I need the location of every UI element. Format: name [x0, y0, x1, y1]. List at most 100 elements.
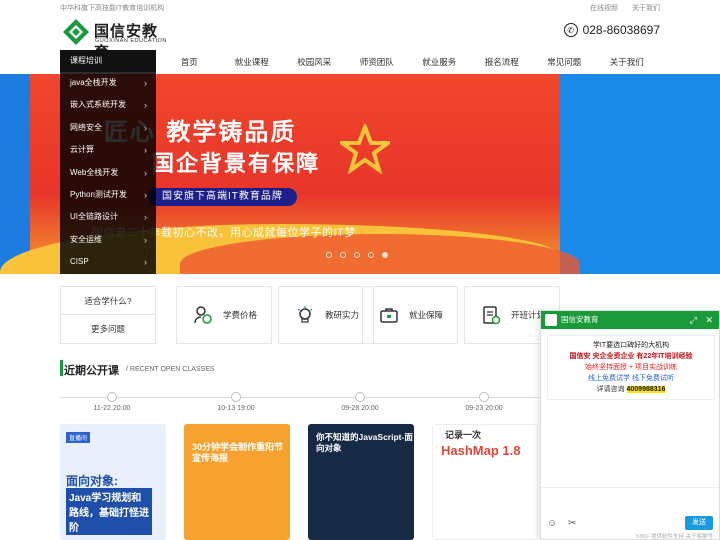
feature-employment[interactable]: 就业保障: [362, 286, 458, 344]
timeline-point: 11-22 20:00: [62, 392, 162, 412]
timeline-point: 10-13 19:00: [186, 392, 286, 412]
timeline-point: 09-28 20:00: [310, 392, 410, 412]
chat-message: 学IT要选口碑好的大机构 国信安 央企全资企业 有22年IT培训经验 始终坚持面…: [547, 335, 715, 400]
hotline: ✆ 028-86038697: [563, 23, 660, 37]
nav-courses[interactable]: 就业课程: [221, 50, 284, 74]
class-card-poster[interactable]: 30分钟学会制作重阳节宣传海报: [184, 424, 290, 540]
expand-icon[interactable]: ⤢: [690, 311, 697, 329]
chat-widget: 国信安教育 ⤢ ✕ 学IT要选口碑好的大机构 国信安 央企全资企业 有22年IT…: [540, 310, 720, 540]
feature-tuition[interactable]: 学费价格: [176, 286, 272, 344]
about-us-link[interactable]: 关于我们: [632, 5, 660, 12]
chat-composer[interactable]: ☺ ✂ 发送 53KF 提供软件支持 关于客服号: [541, 487, 719, 540]
menu-item-ui[interactable]: UI全链路设计 ›: [60, 206, 156, 228]
banner-right-edge: [560, 74, 720, 274]
scissors-icon[interactable]: ✂: [568, 518, 576, 529]
banner-tagline: 国安旗下高端IT教育品牌: [148, 188, 297, 206]
nav-campus[interactable]: 校园风采: [283, 50, 346, 74]
briefcase-icon: [380, 308, 398, 323]
nav-employment[interactable]: 就业服务: [408, 50, 471, 74]
logo-subtext: GUOXINAN EDUCATION: [95, 38, 167, 44]
menu-item-web[interactable]: Web全栈开发 ›: [60, 162, 156, 184]
menu-item-netsec[interactable]: 网络安全 ›: [60, 117, 156, 139]
nav-faq[interactable]: 常见问题: [533, 50, 596, 74]
menu-item-java[interactable]: java全栈开发 ›: [60, 72, 156, 94]
carousel-dot-5[interactable]: [382, 252, 388, 258]
user-price-icon: [194, 306, 212, 324]
banner-headline-2: 国企背景有保障: [152, 151, 321, 177]
menu-item-label: 嵌入式系统开发: [70, 100, 126, 110]
menu-item-label: 云计算: [70, 145, 94, 155]
site-logo[interactable]: 国信安教育 GUOXINAN EDUCATION: [62, 18, 172, 61]
card-title: 30分钟学会制作重阳节宣传海报: [192, 442, 284, 463]
section-accent: [60, 360, 63, 376]
clock-icon: [355, 392, 365, 402]
carousel-dot-2[interactable]: [340, 252, 346, 258]
class-card-hashmap[interactable]: 记录一次 HashMap 1.8: [432, 424, 538, 540]
timeline-date: 09-28 20:00: [341, 405, 379, 412]
course-menu-title[interactable]: 课程培训: [60, 50, 156, 72]
card-title: 面向对象:: [66, 474, 118, 488]
carousel-dot-1[interactable]: [326, 252, 332, 258]
hotline-number: 028-86038697: [582, 23, 660, 37]
banner-left-edge: [0, 74, 30, 274]
online-video-link[interactable]: 在线视频: [590, 5, 618, 12]
timeline-date: 11-22 20:00: [93, 405, 131, 412]
nav-about[interactable]: 关于我们: [596, 50, 659, 74]
card-subtitle: Java学习规划和路线，基础打怪进阶: [66, 488, 152, 535]
close-icon[interactable]: ✕: [705, 311, 713, 329]
carousel-dot-3[interactable]: [354, 252, 360, 258]
menu-item-secops[interactable]: 安全运维 ›: [60, 229, 156, 251]
class-card-java[interactable]: 直播间 面向对象: Java学习规划和路线，基础打怪进阶: [60, 424, 166, 540]
what-to-learn-link[interactable]: 适合学什么?: [61, 287, 155, 315]
class-timeline: 11-22 20:00 10-13 19:00 09-28 20:00 09-2…: [60, 392, 540, 416]
chat-line: 详请咨询 4009988316: [552, 384, 710, 395]
clock-icon: [479, 392, 489, 402]
more-questions-link[interactable]: 更多问题: [61, 315, 155, 343]
feature-research[interactable]: 教研实力: [278, 286, 374, 344]
nav-home[interactable]: 首页: [158, 50, 221, 74]
chevron-right-icon: ›: [144, 257, 147, 268]
card-tag: 直播间: [66, 432, 91, 443]
carousel-dot-4[interactable]: [368, 252, 374, 258]
chat-footer: 53KF 提供软件支持 关于客服号: [636, 534, 713, 540]
star-icon: [340, 124, 390, 174]
chat-hotline[interactable]: 4009988316: [626, 386, 666, 393]
feature-label: 就业保障: [409, 310, 444, 320]
chevron-right-icon: ›: [144, 212, 147, 223]
menu-item-cloud[interactable]: 云计算 ›: [60, 139, 156, 161]
chat-line: 始终坚持面授 + 项目实战训练: [585, 364, 677, 371]
menu-item-label: Python测试开发: [70, 189, 127, 199]
nav-teachers[interactable]: 师资团队: [346, 50, 409, 74]
menu-item-label: java全栈开发: [70, 78, 117, 87]
card-title: 记录一次: [445, 430, 482, 440]
chat-line: 国信安 央企全资企业 有22年IT培训经验: [569, 353, 693, 360]
nav-enroll[interactable]: 报名流程: [471, 50, 534, 74]
card-subtitle: HashMap 1.8: [441, 443, 521, 458]
top-bar: 中华科旗下高技能IT教育培训机构 在线视频 关于我们: [0, 0, 720, 14]
menu-item-label: Web全栈开发: [70, 167, 119, 177]
class-card-javascript[interactable]: 你不知道的JavaScript-面向对象: [308, 424, 414, 540]
carousel-dots: [326, 252, 388, 258]
chat-header: 国信安教育 ⤢ ✕: [541, 311, 719, 329]
emoji-icon[interactable]: ☺: [547, 518, 557, 529]
menu-item-cisp[interactable]: CISP ›: [60, 251, 156, 273]
feature-label: 学费价格: [223, 310, 258, 320]
chat-consult-label: 详请咨询: [596, 386, 625, 393]
chevron-right-icon: ›: [144, 122, 147, 133]
menu-item-embedded[interactable]: 嵌入式系统开发 ›: [60, 94, 156, 116]
chevron-right-icon: ›: [144, 189, 147, 200]
menu-item-label: UI全链路设计: [70, 212, 118, 222]
phone-icon: ✆: [563, 23, 578, 37]
section-title: 近期公开课: [64, 365, 119, 377]
chevron-right-icon: ›: [144, 167, 147, 178]
chevron-right-icon: ›: [144, 100, 147, 111]
chat-tools: ☺ ✂: [547, 518, 576, 529]
chat-title: 国信安教育: [561, 315, 599, 324]
chevron-right-icon: ›: [144, 234, 147, 245]
timeline-date: 09-23 20:00: [465, 405, 503, 412]
class-cards: 直播间 面向对象: Java学习规划和路线，基础打怪进阶 30分钟学会制作重阳节…: [60, 424, 540, 540]
chat-line: 学IT要选口碑好的大机构: [592, 342, 670, 349]
menu-item-label: CISP: [70, 257, 89, 267]
menu-item-python[interactable]: Python测试开发 ›: [60, 184, 156, 206]
send-button[interactable]: 发送: [685, 516, 713, 530]
